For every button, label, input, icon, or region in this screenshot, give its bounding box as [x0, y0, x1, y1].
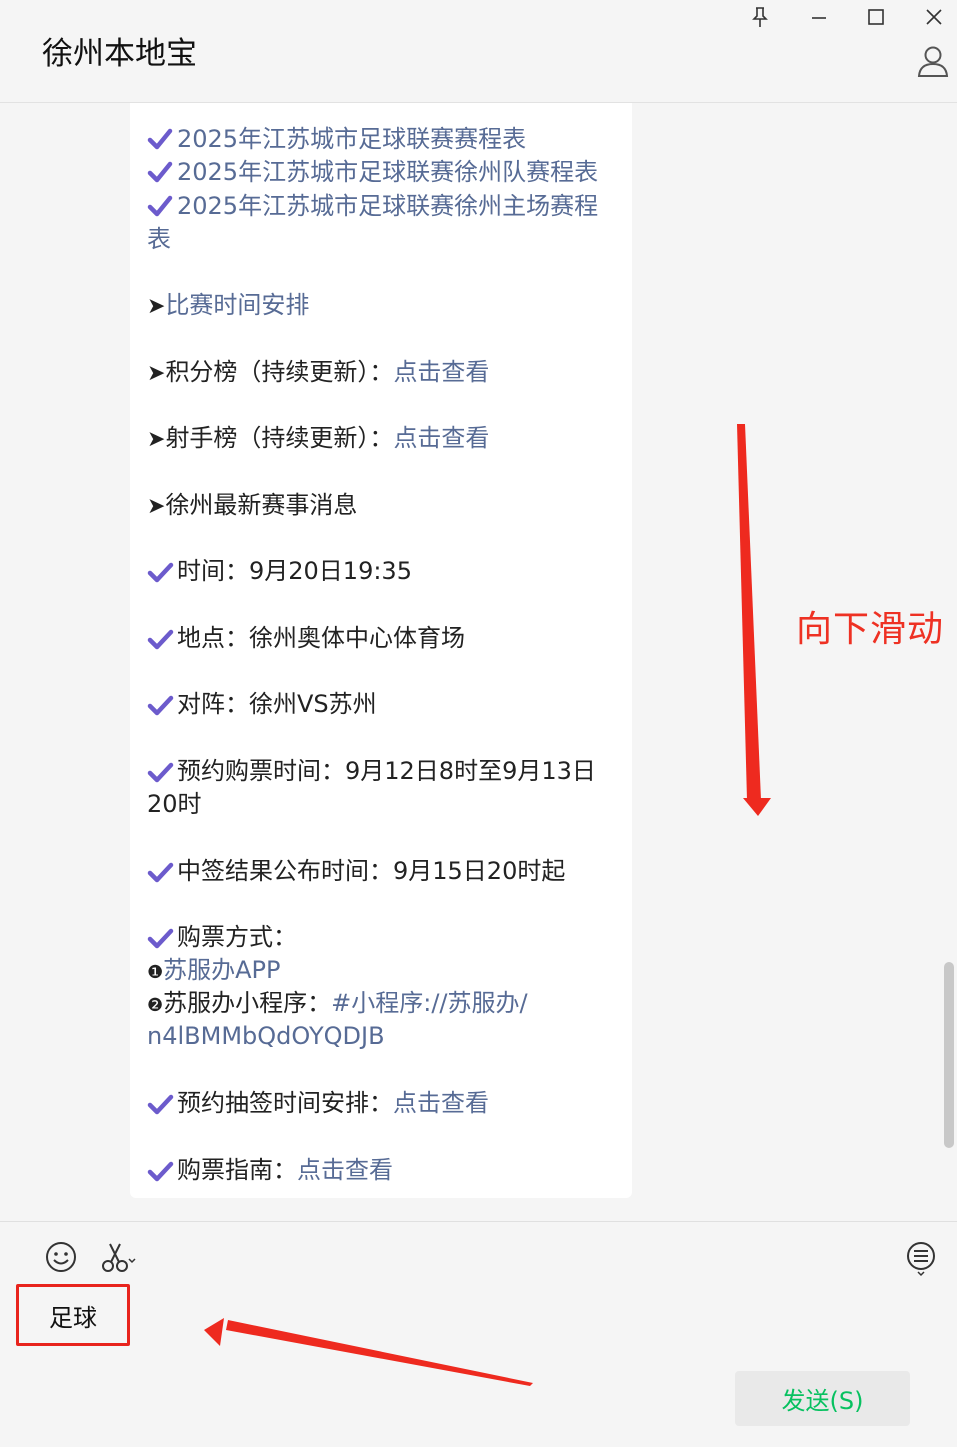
list-item[interactable]: n4lBMMbQdOYQDJB: [147, 1020, 619, 1053]
match-venue: 地点：徐州奥体中心体育场: [177, 624, 465, 652]
check-icon: [147, 695, 174, 716]
check-icon: [147, 562, 174, 583]
input-divider: [0, 1221, 957, 1222]
left-arrow-head: [204, 1318, 224, 1346]
arrowhead-icon: ➤: [147, 294, 166, 319]
miniprogram-link-cont[interactable]: n4lBMMbQdOYQDJB: [147, 1022, 385, 1050]
list-item[interactable]: 2025年江苏城市足球联赛赛程表: [147, 123, 619, 156]
list-item[interactable]: 表: [147, 223, 619, 256]
check-icon: [147, 1094, 174, 1115]
list-item: 时间：9月20日19:35: [147, 555, 619, 588]
arrowhead-icon: ➤: [147, 427, 166, 452]
match-schedule-link[interactable]: 比赛时间安排: [165, 291, 309, 319]
minimize-icon: [812, 17, 826, 19]
emoji-button[interactable]: [44, 1240, 78, 1278]
list-item: ➤徐州最新赛事消息: [147, 489, 619, 523]
result-time: 中签结果公布时间：9月15日20时起: [177, 857, 566, 885]
check-icon: [147, 128, 173, 150]
list-item[interactable]: ➤比赛时间安排: [147, 289, 619, 323]
arrowhead-icon: ➤: [147, 361, 166, 386]
chat-title: 徐州本地宝: [42, 36, 197, 72]
list-item: 预约抽签时间安排：点击查看: [147, 1087, 619, 1120]
list-item[interactable]: ❷苏服办小程序：#小程序://苏服办/: [147, 987, 619, 1022]
buy-method-label: 购票方式：: [177, 923, 297, 951]
miniprogram-link[interactable]: #小程序://苏服办/: [331, 989, 527, 1017]
match-time: 时间：9月20日19:35: [177, 557, 412, 585]
news-heading: 徐州最新赛事消息: [165, 491, 358, 519]
schedule-link-2[interactable]: 2025年江苏城市足球联赛徐州队赛程表: [177, 158, 598, 186]
minimize-button[interactable]: [805, 4, 833, 30]
booking-time: 预约购票时间：9月12日8时至9月13日: [177, 757, 596, 785]
arrowhead-icon: ➤: [147, 494, 166, 519]
schedule-link-3-cont[interactable]: 表: [147, 225, 171, 253]
number-one-icon: ❶: [147, 962, 164, 983]
lottery-label: 预约抽签时间安排：: [177, 1089, 393, 1117]
scorers-link[interactable]: 点击查看: [393, 424, 489, 452]
check-icon: [147, 629, 174, 650]
screenshot-button[interactable]: [100, 1240, 138, 1278]
list-item: 购票方式：: [147, 921, 619, 954]
check-icon: [147, 195, 173, 217]
emoji-icon: [46, 1242, 76, 1272]
pin-icon: [752, 7, 768, 27]
schedule-link-3[interactable]: 2025年江苏城市足球联赛徐州主场赛程: [177, 192, 598, 220]
check-icon: [147, 161, 173, 183]
list-item: ➤射手榜（持续更新）：点击查看: [147, 422, 619, 456]
list-item: 对阵：徐州VS苏州: [147, 688, 619, 721]
maximize-button[interactable]: [862, 4, 890, 30]
list-item[interactable]: ❶苏服办APP: [147, 954, 619, 989]
check-icon: [147, 762, 174, 783]
user-icon: [917, 46, 949, 77]
app-link[interactable]: 苏服办APP: [163, 956, 280, 984]
list-item[interactable]: 2025年江苏城市足球联赛徐州队赛程表: [147, 156, 619, 189]
message-input[interactable]: 足球: [16, 1284, 130, 1346]
chat-history-icon: [907, 1242, 935, 1277]
booking-time-cont: 20时: [147, 790, 202, 818]
profile-button[interactable]: [916, 44, 950, 80]
list-item: 20时: [147, 788, 619, 821]
left-arrow-shaft: [226, 1320, 533, 1386]
list-item: ➤积分榜（持续更新）：点击查看: [147, 356, 619, 390]
list-item[interactable]: 2025年江苏城市足球联赛徐州主场赛程: [147, 190, 619, 223]
scrollbar-thumb[interactable]: [944, 962, 954, 1148]
miniprogram-label: 苏服办小程序：: [163, 989, 332, 1017]
pin-button[interactable]: [746, 4, 774, 30]
number-two-icon: ❷: [147, 995, 164, 1016]
scissors-icon: [102, 1243, 136, 1272]
guide-label: 购票指南：: [177, 1156, 297, 1184]
check-icon: [147, 1161, 174, 1182]
list-item: 预约购票时间：9月12日8时至9月13日: [147, 755, 619, 788]
close-icon: [926, 9, 942, 25]
standings-link[interactable]: 点击查看: [393, 358, 489, 386]
title-bar: 徐州本地宝: [0, 0, 957, 103]
check-icon: [147, 928, 174, 949]
maximize-icon: [868, 9, 884, 25]
list-item: 中签结果公布时间：9月15日20时起: [147, 855, 619, 888]
list-item: 地点：徐州奥体中心体育场: [147, 622, 619, 655]
standings-label: 积分榜（持续更新）：: [165, 358, 394, 386]
check-icon: [147, 862, 174, 883]
lottery-link[interactable]: 点击查看: [393, 1089, 489, 1117]
chat-history-button[interactable]: [905, 1240, 937, 1282]
close-button[interactable]: [920, 4, 948, 30]
scroll-hint-annotation: 向下滑动: [796, 609, 945, 650]
match-teams: 对阵：徐州VS苏州: [177, 690, 377, 718]
schedule-link-1[interactable]: 2025年江苏城市足球联赛赛程表: [177, 125, 526, 153]
chat-area[interactable]: 2025年江苏城市足球联赛赛程表 2025年江苏城市足球联赛徐州队赛程表 202…: [0, 103, 957, 1221]
send-button[interactable]: 发送(S): [735, 1371, 910, 1426]
guide-link[interactable]: 点击查看: [297, 1156, 393, 1184]
message-bubble: 2025年江苏城市足球联赛赛程表 2025年江苏城市足球联赛徐州队赛程表 202…: [130, 103, 632, 1198]
scorers-label: 射手榜（持续更新）：: [165, 424, 394, 452]
list-item: 购票指南：点击查看: [147, 1154, 619, 1187]
